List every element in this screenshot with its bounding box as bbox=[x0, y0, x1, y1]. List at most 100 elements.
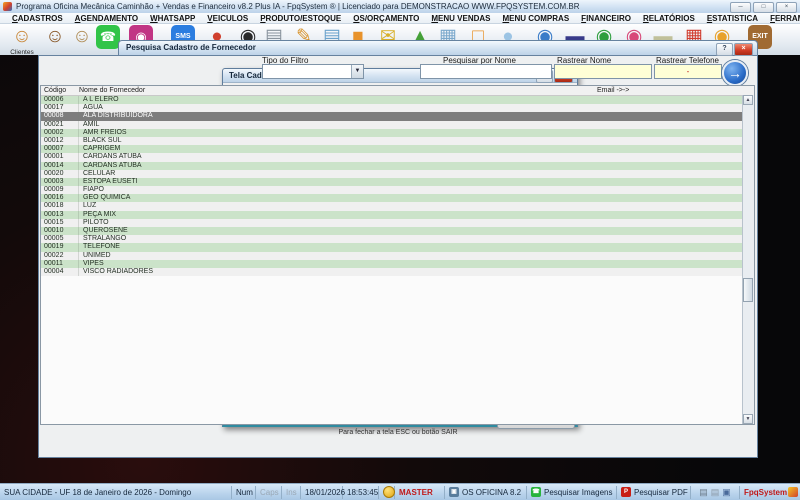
status-time: 18:53:45 bbox=[343, 486, 379, 499]
supplier-row-00016[interactable]: 00016GEO QUIMICA bbox=[41, 194, 743, 202]
supplier-row-00001[interactable]: 00001CARDANS ATUBA bbox=[41, 153, 743, 161]
close-icon[interactable]: × bbox=[776, 2, 797, 13]
supplier-row-00013[interactable]: 00013PEÇA MIX bbox=[41, 211, 743, 219]
app-os-icon: ▣ bbox=[449, 487, 459, 497]
supplier-row-00010[interactable]: 00010QUEROSENE bbox=[41, 227, 743, 235]
menu-item-menu-vendas[interactable]: MENU VENDAS bbox=[425, 14, 496, 23]
supplier-row-00004[interactable]: 00004VISCO RADIADORES bbox=[41, 268, 743, 276]
menu-item-ferramentas[interactable]: FERRAMENTAS bbox=[764, 14, 800, 23]
supplier-code: 00003 bbox=[41, 178, 79, 186]
printer-small-icon-2[interactable]: ▤ bbox=[711, 486, 720, 499]
monitor-icon[interactable]: ▣ bbox=[722, 486, 731, 499]
restore-icon[interactable]: □ bbox=[753, 2, 774, 13]
supplier-row-00007[interactable]: 00007CAPRIGEM bbox=[41, 145, 743, 153]
employee-person-icon[interactable]: ☺ bbox=[70, 25, 94, 49]
clients-icon[interactable]: ☺ bbox=[10, 25, 34, 49]
supplier-name: QUEROSENE bbox=[79, 227, 128, 235]
menu-item-os-or-amento[interactable]: OS/ORÇAMENTO bbox=[347, 14, 425, 23]
supplier-code: 00021 bbox=[41, 121, 79, 129]
status-search-pdf[interactable]: P Pesquisar PDF bbox=[617, 486, 691, 499]
supplier-row-00014[interactable]: 00014CARDANS ATUBA bbox=[41, 162, 743, 170]
supplier-code: 00002 bbox=[41, 129, 79, 137]
menu-item-menu-compras[interactable]: MENU COMPRAS bbox=[496, 14, 575, 23]
supplier-code: 00007 bbox=[41, 145, 79, 153]
whatsapp-icon[interactable]: ☎ bbox=[96, 25, 120, 49]
printer-small-icon[interactable]: ▤ bbox=[699, 486, 708, 499]
supplier-code: 00001 bbox=[41, 153, 79, 161]
supplier-row-00017[interactable]: 00017AGUA bbox=[41, 104, 743, 112]
supplier-code: 00022 bbox=[41, 252, 79, 260]
status-caps: Caps bbox=[256, 486, 282, 499]
status-brand: FpqSystem bbox=[740, 486, 786, 499]
supplier-row-00003[interactable]: 00003ESTOPA EUSETI bbox=[41, 178, 743, 186]
search-name-input[interactable] bbox=[420, 64, 552, 79]
supplier-name: ESTOPA EUSETI bbox=[79, 178, 138, 186]
supplier-row-00018[interactable]: 00018LUZ bbox=[41, 202, 743, 210]
supplier-code: 00005 bbox=[41, 235, 79, 243]
minimize-icon[interactable]: ─ bbox=[730, 2, 751, 13]
supplier-name: TELEFONE bbox=[79, 243, 120, 251]
list-scrollbar[interactable]: ▲ ▼ bbox=[742, 95, 754, 424]
clock-icon bbox=[383, 486, 395, 498]
menu-item-whatsapp[interactable]: WHATSAPP bbox=[144, 14, 201, 23]
column-code[interactable]: Código bbox=[44, 86, 66, 95]
supplier-row-00020[interactable]: 00020CELULAR bbox=[41, 170, 743, 178]
supplier-row-00008[interactable]: 00008ALA DISTRIBUIDORA bbox=[41, 112, 743, 120]
supplier-code: 00020 bbox=[41, 170, 79, 178]
scroll-up-icon[interactable]: ▲ bbox=[743, 95, 753, 105]
menu-item-estatistica[interactable]: ESTATISTICA bbox=[701, 14, 764, 23]
menu-item-cadastros[interactable]: CADASTROS bbox=[6, 14, 69, 23]
status-os-version: ▣ OS OFICINA 8.2 bbox=[445, 486, 527, 499]
search-window-content: + ✎ × ☺ ✉ ☎ Tipo do Filtro ▼ Pesquisar p… bbox=[38, 55, 758, 458]
supplier-name: AMR FREIOS bbox=[79, 129, 127, 137]
chevron-down-icon: ▼ bbox=[351, 65, 363, 78]
menu-item-veiculos[interactable]: VEICULOS bbox=[201, 14, 254, 23]
column-name[interactable]: Nome do Fornecedor bbox=[79, 86, 145, 95]
supplier-name: BLACK SUL bbox=[79, 137, 122, 145]
supplier-row-00012[interactable]: 00012BLACK SUL bbox=[41, 137, 743, 145]
status-num: Num bbox=[232, 486, 256, 499]
supplier-name: GEO QUIMICA bbox=[79, 194, 130, 202]
column-email[interactable]: Email ->-> bbox=[597, 86, 629, 95]
supplier-row-00022[interactable]: 00022UNIMED bbox=[41, 252, 743, 260]
supplier-name: A L ELERO bbox=[79, 96, 119, 104]
supplier-person-icon[interactable]: ☺ bbox=[43, 25, 67, 49]
scroll-thumb[interactable] bbox=[743, 278, 753, 302]
menu-item-financeiro[interactable]: FINANCEIRO bbox=[575, 14, 637, 23]
supplier-row-00006[interactable]: 00006A L ELERO bbox=[41, 96, 743, 104]
supplier-code: 00012 bbox=[41, 137, 79, 145]
supplier-name: CARDANS ATUBA bbox=[79, 153, 142, 161]
supplier-row-00015[interactable]: 00015PILOTO bbox=[41, 219, 743, 227]
execute-search-button[interactable]: → bbox=[722, 60, 748, 86]
supplier-list: Código Nome do Fornecedor Email ->-> 000… bbox=[40, 85, 755, 425]
status-search-images[interactable]: ☎ Pesquisar Imagens bbox=[527, 486, 617, 499]
filter-type-select[interactable]: ▼ bbox=[262, 64, 364, 79]
track-phone-input[interactable]: - bbox=[654, 64, 722, 79]
supplier-code: 00011 bbox=[41, 260, 79, 268]
supplier-name: AMIL bbox=[79, 121, 99, 129]
search-window-titlebar[interactable]: Pesquisa Cadastro de Fornecedor ? × bbox=[118, 40, 758, 55]
supplier-name: LUZ bbox=[79, 202, 96, 210]
supplier-code: 00006 bbox=[41, 96, 79, 104]
supplier-row-00002[interactable]: 00002AMR FREIOS bbox=[41, 129, 743, 137]
supplier-row-00011[interactable]: 00011VIPES bbox=[41, 260, 743, 268]
supplier-row-00019[interactable]: 00019TELEFONE bbox=[41, 243, 743, 251]
menu-item-agendamento[interactable]: AGENDAMENTO bbox=[69, 14, 144, 23]
status-devices: ▤ ▤ ▣ bbox=[691, 486, 740, 499]
status-bar: SUA CIDADE - UF 18 de Janeiro de 2026 - … bbox=[0, 483, 800, 500]
supplier-row-00009[interactable]: 00009FIAPO bbox=[41, 186, 743, 194]
menu-item-produto-estoque[interactable]: PRODUTO/ESTOQUE bbox=[254, 14, 347, 23]
supplier-row-00021[interactable]: 00021AMIL bbox=[41, 121, 743, 129]
supplier-name: CAPRIGEM bbox=[79, 145, 120, 153]
status-brand-logo bbox=[786, 486, 800, 499]
status-user: MASTER bbox=[395, 486, 445, 499]
supplier-name: STRALANGO bbox=[79, 235, 126, 243]
supplier-name: VISCO RADIADORES bbox=[79, 268, 153, 276]
brand-icon bbox=[788, 487, 798, 497]
supplier-row-00005[interactable]: 00005STRALANGO bbox=[41, 235, 743, 243]
scroll-down-icon[interactable]: ▼ bbox=[743, 414, 753, 424]
menu-item-relat-rios[interactable]: RELATÓRIOS bbox=[637, 14, 701, 23]
track-name-input[interactable] bbox=[554, 64, 652, 79]
supplier-name: PILOTO bbox=[79, 219, 109, 227]
supplier-name: ALA DISTRIBUIDORA bbox=[79, 112, 153, 120]
